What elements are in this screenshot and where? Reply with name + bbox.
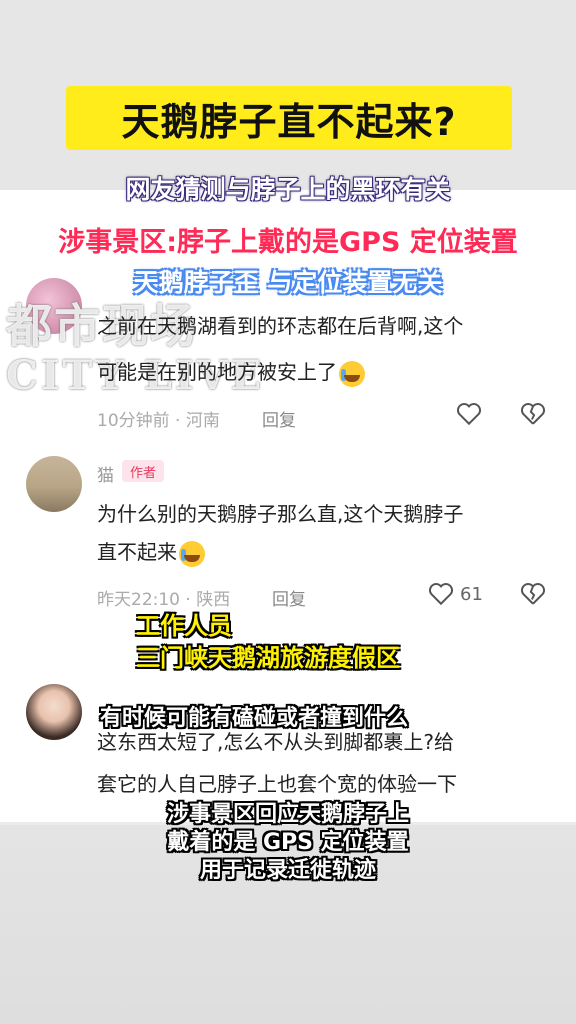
comment-username[interactable]: 猫 <box>97 461 114 486</box>
comment-text-line: 之前在天鹅湖看到的环志都在后背啊,这个 <box>97 314 464 338</box>
crying-emoji-icon <box>179 540 205 567</box>
avatar[interactable] <box>26 684 82 740</box>
author-badge: 作者 <box>122 460 164 482</box>
speaker-title-caption: 工作人员 <box>136 612 232 640</box>
like-count: 61 <box>460 584 483 605</box>
video-subtitle: 用于记录迁徙轨迹 <box>199 858 376 883</box>
broken-heart-icon[interactable] <box>520 582 546 606</box>
broken-heart-icon[interactable] <box>520 402 546 426</box>
headline-guess: 网友猜测与脖子上的黑环有关 <box>125 175 451 204</box>
reply-button[interactable]: 回复 <box>272 585 306 610</box>
comment-text: 直不起来 <box>97 540 177 564</box>
headline-scenic-area: 涉事景区:脖子上戴的是GPS 定位装置 <box>58 227 518 258</box>
comment-text-line: 直不起来 <box>97 532 205 572</box>
comment-meta: 10分钟前 · 河南 <box>97 411 220 431</box>
comment-text: 可能是在别的地方被安上了 <box>97 360 337 384</box>
reply-button[interactable]: 回复 <box>262 406 296 431</box>
title-banner: 天鹅脖子直不起来? <box>66 86 512 150</box>
comment-text-line: 为什么别的天鹅脖子那么直,这个天鹅脖子 <box>97 502 464 526</box>
page-title: 天鹅脖子直不起来? <box>121 99 457 144</box>
speaker-org-caption: 三门峡天鹅湖旅游度假区 <box>136 644 400 672</box>
heart-icon[interactable] <box>428 582 454 606</box>
headline-unrelated: 天鹅脖子歪 与定位装置无关 <box>133 268 443 297</box>
crying-emoji-icon <box>339 360 365 387</box>
avatar[interactable] <box>26 456 82 512</box>
comment-text-line: 这东西太短了,怎么不从头到脚都裹上?给 <box>97 730 454 754</box>
heart-icon[interactable] <box>456 402 482 426</box>
comment-text-line: 可能是在别的地方被安上了 <box>97 352 365 392</box>
